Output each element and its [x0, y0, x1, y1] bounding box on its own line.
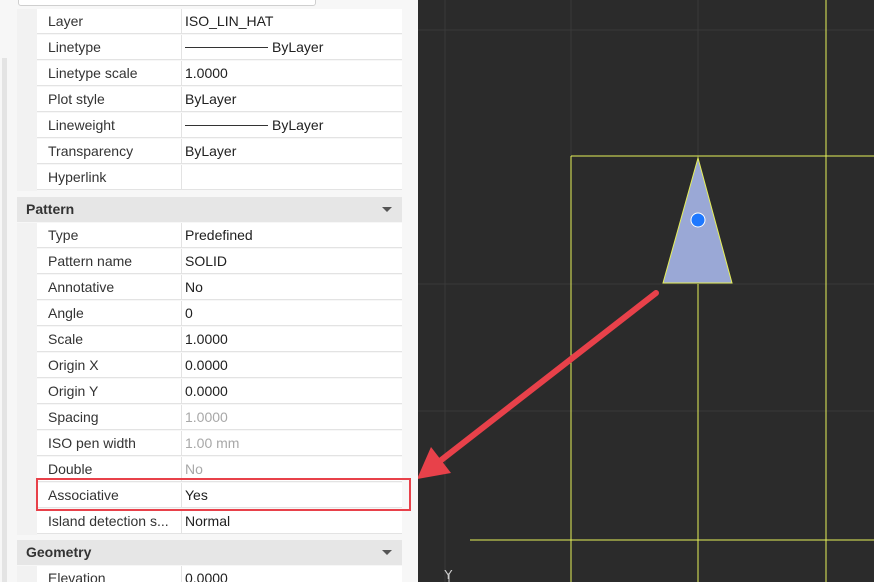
property-label: Hyperlink	[48, 169, 107, 185]
column-divider	[181, 431, 182, 456]
grid-lines	[418, 0, 874, 582]
column-divider	[181, 379, 182, 404]
drawing-canvas[interactable]: Y	[418, 0, 874, 582]
property-value: No	[185, 461, 203, 477]
property-label: Lineweight	[48, 117, 115, 133]
property-label: Type	[48, 227, 79, 243]
section-header-geometry[interactable]: Geometry	[17, 540, 402, 565]
boundary-lines[interactable]	[470, 0, 874, 582]
property-row-origin-y[interactable]: Origin Y 0.0000	[37, 379, 402, 404]
property-value[interactable]: ByLayer	[185, 117, 323, 133]
property-value-text: ByLayer	[272, 117, 324, 133]
property-row-type[interactable]: Type Predefined	[37, 223, 402, 248]
property-value: 1.00 mm	[185, 435, 240, 451]
property-row-linetype[interactable]: Linetype ByLayer	[37, 35, 402, 60]
property-row-pattern-name[interactable]: Pattern name SOLID	[37, 249, 402, 274]
properties-panel: Layer ISO_LIN_HAT Linetype ByLayer Linetype …	[0, 0, 418, 582]
property-value[interactable]: SOLID	[185, 253, 227, 269]
property-row-elevation[interactable]: Elevation 0.0000	[37, 566, 402, 582]
property-label: Origin X	[48, 357, 99, 373]
linetype-sample-icon	[185, 46, 268, 48]
panel-scrollbar[interactable]	[2, 58, 7, 582]
property-label: Origin Y	[48, 383, 99, 399]
section-title: Pattern	[26, 201, 75, 217]
property-row-transparency[interactable]: Transparency ByLayer	[37, 139, 402, 164]
property-label: Double	[48, 461, 93, 477]
property-row-annotative[interactable]: Annotative No	[37, 275, 402, 300]
property-row-layer[interactable]: Layer ISO_LIN_HAT	[37, 9, 402, 34]
column-divider	[181, 405, 182, 430]
property-label: Layer	[48, 13, 84, 29]
section-title: Geometry	[26, 544, 92, 560]
property-label: Plot style	[48, 91, 105, 107]
property-label: Elevation	[48, 570, 106, 582]
property-value[interactable]: ByLayer	[185, 39, 323, 55]
property-row-hyperlink[interactable]: Hyperlink	[37, 165, 402, 190]
property-value[interactable]: No	[185, 279, 203, 295]
property-row-angle[interactable]: Angle 0	[37, 301, 402, 326]
property-value[interactable]: 0.0000	[185, 570, 228, 582]
property-label: Linetype scale	[48, 65, 138, 81]
collapse-caret-icon[interactable]	[382, 550, 392, 555]
property-value[interactable]: Normal	[185, 513, 230, 529]
column-divider	[181, 509, 182, 534]
property-label: Scale	[48, 331, 84, 347]
property-row-island-detection-s[interactable]: Island detection s... Normal	[37, 509, 402, 534]
property-value[interactable]: Predefined	[185, 227, 253, 243]
property-row-plot-style[interactable]: Plot style ByLayer	[37, 87, 402, 112]
property-row-origin-x[interactable]: Origin X 0.0000	[37, 353, 402, 378]
associative-highlight-box	[36, 478, 411, 511]
property-label: Transparency	[48, 143, 134, 159]
property-label: Angle	[48, 305, 84, 321]
property-value[interactable]: 1.0000	[185, 65, 228, 81]
property-row-lineweight[interactable]: Lineweight ByLayer	[37, 113, 402, 138]
column-divider	[181, 301, 182, 326]
column-divider	[181, 223, 182, 248]
drawing-viewport[interactable]: Y	[418, 0, 874, 582]
ucs-y-label: Y	[444, 567, 453, 582]
property-label: Island detection s...	[48, 513, 169, 529]
property-value: 1.0000	[185, 409, 228, 425]
collapse-caret-icon[interactable]	[382, 207, 392, 212]
property-value[interactable]: 1.0000	[185, 331, 228, 347]
linetype-sample-icon	[185, 124, 268, 126]
property-label: ISO pen width	[48, 435, 136, 451]
property-label: Spacing	[48, 409, 99, 425]
properties-dropdown[interactable]	[18, 0, 316, 6]
annotation-arrow	[418, 290, 659, 479]
column-divider	[181, 113, 182, 138]
column-divider	[181, 61, 182, 86]
column-divider	[181, 249, 182, 274]
property-value[interactable]: 0.0000	[185, 383, 228, 399]
column-divider	[181, 275, 182, 300]
column-divider	[181, 566, 182, 582]
column-divider	[181, 9, 182, 34]
column-divider	[181, 35, 182, 60]
category-indent-strip	[17, 566, 37, 582]
property-value[interactable]: ByLayer	[185, 91, 236, 107]
category-indent-strip	[17, 9, 37, 191]
hatch-grip[interactable]	[690, 212, 706, 228]
section-header-pattern[interactable]: Pattern	[17, 197, 402, 222]
column-divider	[181, 327, 182, 352]
column-divider	[181, 87, 182, 112]
property-value-text: ByLayer	[272, 39, 324, 55]
property-value[interactable]: 0	[185, 305, 193, 321]
category-indent-strip	[17, 223, 37, 535]
property-row-scale[interactable]: Scale 1.0000	[37, 327, 402, 352]
property-label: Pattern name	[48, 253, 133, 269]
property-label: Annotative	[48, 279, 115, 295]
column-divider	[181, 165, 182, 190]
property-label: Linetype	[48, 39, 101, 55]
property-row-iso-pen-width[interactable]: ISO pen width 1.00 mm	[37, 431, 402, 456]
property-value[interactable]: ByLayer	[185, 143, 236, 159]
property-row-linetype-scale[interactable]: Linetype scale 1.0000	[37, 61, 402, 86]
property-value[interactable]: ISO_LIN_HAT	[185, 13, 273, 29]
column-divider	[181, 139, 182, 164]
property-value[interactable]: 0.0000	[185, 357, 228, 373]
property-row-spacing[interactable]: Spacing 1.0000	[37, 405, 402, 430]
column-divider	[181, 353, 182, 378]
